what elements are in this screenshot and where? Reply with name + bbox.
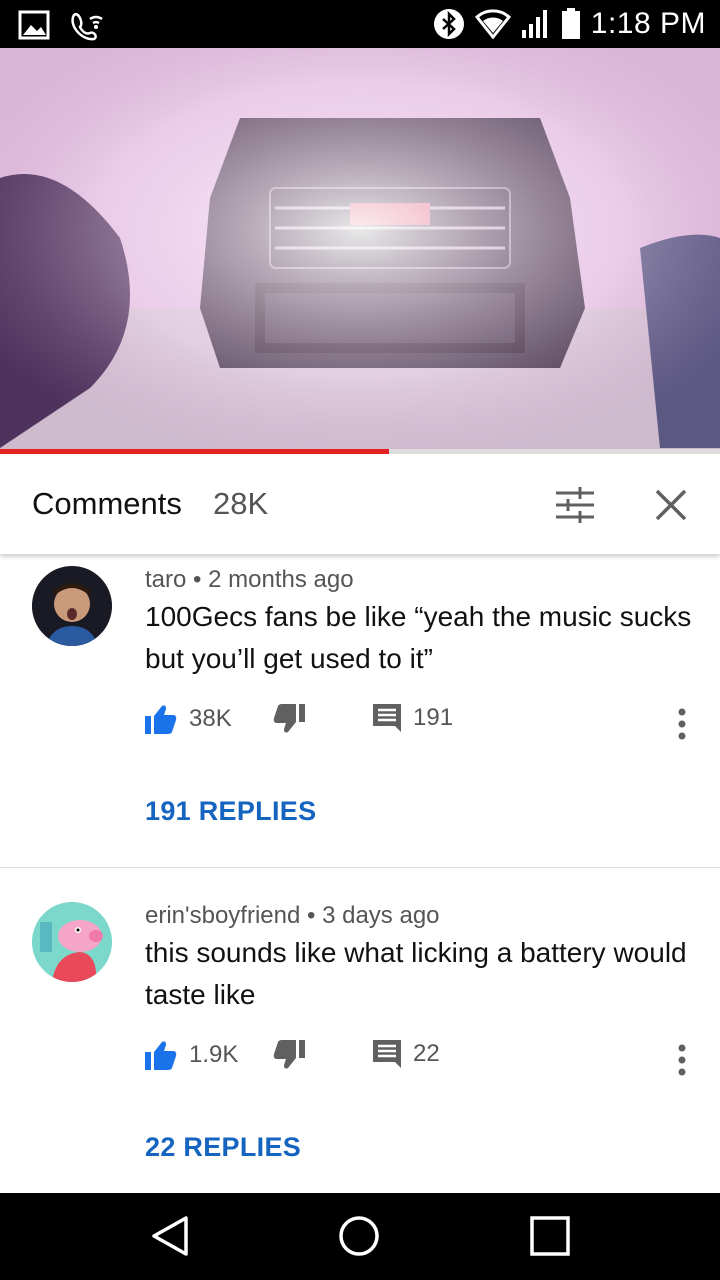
avatar[interactable] bbox=[32, 902, 112, 982]
divider bbox=[0, 867, 720, 868]
comment-text: this sounds like what licking a battery … bbox=[145, 937, 687, 1010]
like-count: 1.9K bbox=[189, 1041, 239, 1068]
comment-text: 100Gecs fans be like “yeah the music suc… bbox=[145, 601, 692, 674]
sort-filter-icon[interactable] bbox=[554, 487, 596, 523]
gallery-icon bbox=[18, 10, 50, 40]
home-icon[interactable] bbox=[338, 1215, 380, 1257]
meta-separator: • bbox=[307, 902, 323, 929]
status-time: 1:18 PM bbox=[590, 7, 706, 40]
thumbs-up-icon bbox=[145, 1041, 177, 1070]
comment-actions: 38K 191 bbox=[145, 704, 705, 744]
dislike-button[interactable] bbox=[273, 704, 305, 734]
status-bar: 1:18 PM bbox=[0, 0, 720, 48]
reply-button[interactable]: 191 bbox=[373, 704, 453, 732]
bluetooth-icon bbox=[433, 9, 464, 39]
reply-comment-icon bbox=[373, 704, 401, 732]
recents-icon[interactable] bbox=[529, 1215, 571, 1257]
dislike-button[interactable] bbox=[273, 1040, 305, 1070]
reply-button[interactable]: 22 bbox=[373, 1040, 440, 1068]
reply-comment-icon bbox=[373, 1040, 401, 1068]
thumbs-up-icon bbox=[145, 705, 177, 734]
navigation-bar bbox=[0, 1193, 720, 1280]
comment-time: 3 days ago bbox=[322, 902, 440, 929]
comments-title: Comments bbox=[32, 486, 182, 521]
comment-author[interactable]: erin'sboyfriend bbox=[145, 902, 300, 929]
comment-time: 2 months ago bbox=[208, 566, 354, 593]
thumbs-down-icon bbox=[273, 704, 305, 733]
meta-separator: • bbox=[193, 566, 209, 593]
comment-meta: taro • 2 months ago bbox=[145, 566, 354, 594]
more-options-icon[interactable] bbox=[677, 1044, 687, 1076]
video-player[interactable] bbox=[0, 48, 720, 453]
avatar[interactable] bbox=[32, 566, 112, 646]
wifi-icon bbox=[474, 9, 511, 39]
comment-meta: erin'sboyfriend • 3 days ago bbox=[145, 902, 440, 930]
signal-icon bbox=[521, 10, 547, 38]
thumbs-down-icon bbox=[273, 1040, 305, 1069]
view-replies-link[interactable]: 22 REPLIES bbox=[145, 1132, 301, 1163]
video-frame bbox=[0, 48, 720, 453]
comments-count: 28K bbox=[213, 486, 269, 521]
close-icon[interactable] bbox=[652, 486, 690, 524]
comment-item: erin'sboyfriend • 3 days ago this sounds… bbox=[0, 890, 720, 1190]
more-options-icon[interactable] bbox=[677, 708, 687, 740]
like-count: 38K bbox=[189, 705, 232, 732]
like-button[interactable]: 1.9K bbox=[145, 1040, 238, 1070]
comment-item: taro • 2 months ago 100Gecs fans be like… bbox=[0, 554, 720, 866]
comment-author[interactable]: taro bbox=[145, 566, 186, 593]
comments-header: Comments 28K bbox=[0, 454, 720, 554]
reply-count: 191 bbox=[413, 704, 454, 731]
battery-icon bbox=[561, 8, 580, 39]
comment-actions: 1.9K 22 bbox=[145, 1040, 705, 1080]
reply-count: 22 bbox=[413, 1040, 440, 1067]
like-button[interactable]: 38K bbox=[145, 704, 232, 734]
back-icon[interactable] bbox=[150, 1215, 190, 1257]
view-replies-link[interactable]: 191 REPLIES bbox=[145, 796, 316, 827]
wifi-calling-icon bbox=[71, 12, 103, 41]
